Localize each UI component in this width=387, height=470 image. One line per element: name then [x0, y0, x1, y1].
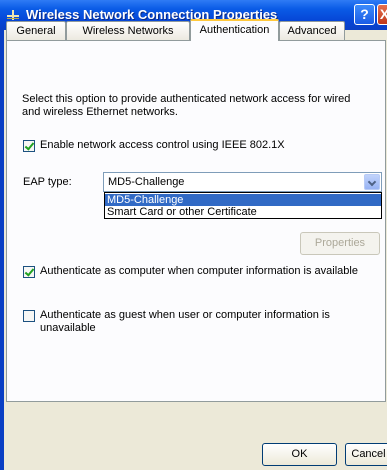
description-text: Select this option to provide authentica… [22, 93, 351, 118]
properties-window: Wireless Network Connection Properties ?… [0, 0, 387, 470]
eap-option-smart-card[interactable]: Smart Card or other Certificate [105, 206, 381, 218]
cancel-button[interactable]: Cancel [345, 443, 387, 466]
enable-8021x-label[interactable]: Enable network access control using IEEE… [40, 139, 285, 152]
ok-button[interactable]: OK [262, 443, 337, 466]
chevron-down-icon[interactable] [364, 174, 380, 190]
tab-authentication[interactable]: Authentication [190, 19, 279, 41]
eap-type-value: MD5-Challenge [108, 176, 185, 188]
enable-8021x-checkbox[interactable] [23, 140, 35, 152]
auth-computer-checkbox[interactable] [23, 266, 35, 278]
eap-type-dropdown: MD5-Challenge Smart Card or other Certif… [104, 192, 382, 219]
eap-type-label: EAP type: [23, 176, 72, 188]
auth-computer-label[interactable]: Authenticate as computer when computer i… [40, 265, 358, 278]
properties-button[interactable]: Properties [300, 232, 380, 255]
tab-strip: General Wireless Networks Authentication… [6, 19, 386, 41]
eap-type-select[interactable]: MD5-Challenge [103, 172, 382, 192]
eap-option-md5[interactable]: MD5-Challenge [105, 194, 381, 206]
tab-advanced[interactable]: Advanced [279, 21, 345, 40]
auth-guest-label[interactable]: Authenticate as guest when user or compu… [40, 309, 360, 335]
auth-guest-checkbox[interactable] [23, 310, 35, 322]
tab-general[interactable]: General [6, 21, 66, 40]
tab-wireless-networks[interactable]: Wireless Networks [66, 21, 190, 40]
